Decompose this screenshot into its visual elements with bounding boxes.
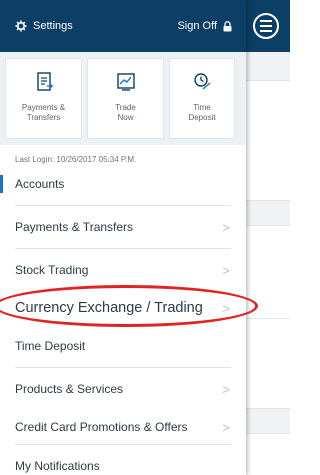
menu-item-label: My Notifications [15, 459, 100, 473]
drawer-menu: Accounts Payments & Transfers > Stock Tr… [0, 163, 246, 475]
menu-item-my-notifications[interactable]: My Notifications [0, 445, 246, 475]
quick-action-payments-transfers[interactable]: Payments & Transfers [5, 58, 82, 139]
quick-action-label: Payments & Transfers [21, 103, 66, 122]
clock-icon [194, 73, 211, 90]
quick-action-time-deposit[interactable]: Time Deposit [169, 58, 235, 139]
background-section-band [246, 200, 290, 226]
drawer-header: Settings Sign Off [0, 0, 246, 52]
menu-item-accounts[interactable]: Accounts [0, 163, 246, 205]
menu-item-credit-card-promotions[interactable]: Credit Card Promotions & Offers > [0, 410, 246, 444]
menu-item-label: Accounts [15, 177, 65, 191]
chevron-right-icon: > [222, 381, 230, 397]
hamburger-line-icon [260, 20, 272, 22]
quick-action-label: Trade Now [115, 103, 136, 122]
menu-item-currency-exchange[interactable]: Currency Exchange / Trading > [0, 291, 246, 325]
chevron-right-icon: > [222, 219, 230, 235]
chevron-right-icon: > [222, 419, 230, 435]
menu-item-time-deposit[interactable]: Time Deposit [0, 325, 246, 367]
screen: { "header": { "settings_label": "Setting… [0, 0, 290, 475]
menu-item-products-services[interactable]: Products & Services > [0, 368, 246, 410]
menu-item-label: Payments & Transfers [15, 220, 134, 234]
quick-action-trade-now[interactable]: Trade Now [87, 58, 164, 139]
settings-label: Settings [33, 20, 73, 32]
menu-item-stock-trading[interactable]: Stock Trading > [0, 249, 246, 291]
sign-off-label: Sign Off [177, 20, 217, 32]
menu-item-label: Currency Exchange / Trading [15, 300, 203, 316]
background-divider [246, 318, 290, 319]
menu-toggle-button[interactable] [253, 13, 279, 39]
chevron-right-icon: > [222, 300, 230, 316]
menu-item-payments-transfers[interactable]: Payments & Transfers > [0, 206, 246, 248]
receipt-icon [36, 72, 53, 91]
chart-icon [116, 73, 135, 91]
hamburger-line-icon [260, 25, 272, 27]
gear-icon [15, 20, 27, 32]
menu-item-label: Time Deposit [15, 339, 86, 353]
last-login-text: Last Login: 10/26/2017 05:34 P.M. [15, 155, 137, 164]
sign-off-button[interactable]: Sign Off [177, 20, 232, 32]
settings-button[interactable]: Settings [15, 20, 73, 32]
lock-icon [223, 20, 232, 31]
background-section-band [246, 408, 290, 434]
navigation-drawer: Settings Sign Off Payments & Transfers T… [0, 0, 246, 475]
chevron-right-icon: > [222, 262, 230, 278]
menu-item-label: Products & Services [15, 382, 124, 396]
quick-actions-bar: Payments & Transfers Trade Now Time Depo… [0, 52, 246, 145]
menu-item-label: Credit Card Promotions & Offers [15, 420, 188, 434]
hamburger-line-icon [260, 30, 272, 32]
quick-action-label: Time Deposit [188, 103, 216, 122]
menu-item-label: Stock Trading [15, 263, 89, 277]
background-section-band [246, 52, 290, 81]
